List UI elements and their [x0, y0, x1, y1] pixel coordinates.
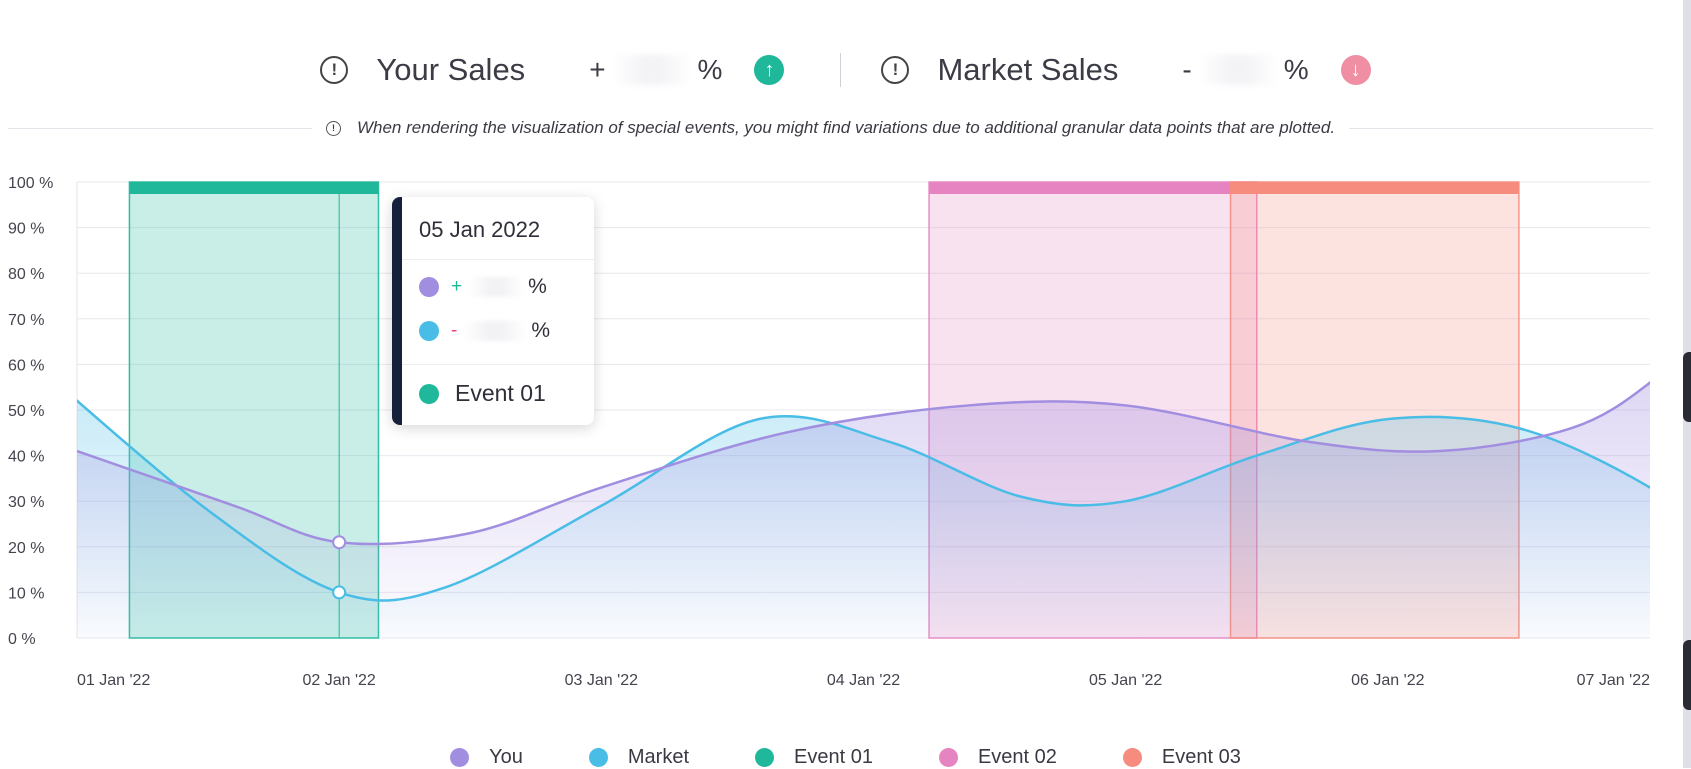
- your-sales-unit: %: [697, 54, 723, 85]
- divider: [1349, 127, 1654, 129]
- tooltip-date: 05 Jan 2022: [419, 217, 541, 242]
- legend-item[interactable]: Market: [588, 745, 689, 769]
- market-sales-metric: ! Market Sales - % ↓: [881, 52, 1371, 88]
- y-tick-label: 20 %: [8, 540, 44, 557]
- event-band-top-bar: [129, 182, 379, 194]
- tooltip-market-sign: -: [451, 320, 458, 341]
- tooltip-you-value-redacted: [468, 277, 525, 297]
- market-sales-value-redacted: [1197, 55, 1278, 85]
- event-band-top-bar: [929, 182, 1257, 194]
- legend-dot-icon: [450, 747, 470, 767]
- y-tick-label: 10 %: [8, 585, 44, 602]
- market-sales-unit: %: [1283, 54, 1309, 85]
- divider: [402, 364, 594, 365]
- sales-chart[interactable]: 0 % 10 % 20 % 30 % 40 % 50 % 60 % 70 % 80 % 90 % 1…: [0, 150, 1691, 710]
- tooltip-event-label: Event 01: [455, 380, 546, 406]
- legend-item[interactable]: Event 02: [938, 745, 1057, 769]
- tooltip-market-unit: %: [531, 319, 551, 342]
- legend-item[interactable]: Event 01: [755, 746, 873, 769]
- your-sales-value-redacted: [611, 55, 692, 85]
- your-sales-label: Your Sales: [376, 52, 526, 87]
- x-tick-label: 01 Jan '22: [77, 672, 150, 689]
- tooltip-accent-bar: [392, 197, 402, 425]
- you-dot-icon: [419, 277, 439, 297]
- y-tick-label: 60 %: [8, 357, 44, 374]
- legend-label: Event 01: [794, 745, 873, 768]
- event-dot-icon: [419, 383, 439, 404]
- x-tick-label: 07 Jan '22: [1577, 672, 1650, 689]
- hover-point-market: [332, 585, 347, 600]
- y-tick-label: 30 %: [8, 494, 44, 511]
- market-dot-icon: [419, 321, 439, 341]
- hover-point-you: [332, 535, 347, 550]
- legend-dot-icon: [938, 747, 958, 767]
- divider: [402, 259, 594, 260]
- legend-dot-icon: [755, 747, 774, 767]
- arrow-up-icon: ↑: [754, 55, 785, 85]
- legend-item[interactable]: You: [450, 746, 523, 769]
- info-icon[interactable]: !: [881, 56, 910, 84]
- y-tick-label: 50 %: [8, 403, 44, 420]
- note-text: ! When rendering the visualization of sp…: [312, 118, 1349, 138]
- note-message: When rendering the visualization of spec…: [356, 118, 1336, 137]
- market-sales-sign: -: [1182, 54, 1192, 85]
- legend-label: Event 03: [1161, 745, 1241, 768]
- event-band-top-bar: [1230, 182, 1519, 194]
- window-edge-handle: [1683, 352, 1691, 422]
- tooltip-row-market: - %: [419, 319, 550, 343]
- market-sales-label: Market Sales: [937, 52, 1119, 87]
- x-tick-label: 05 Jan '22: [1089, 672, 1162, 689]
- x-tick-label: 04 Jan '22: [827, 672, 900, 689]
- legend-label: You: [489, 745, 523, 768]
- tooltip-row-event: Event 01: [419, 380, 546, 407]
- y-tick-label: 80 %: [8, 266, 44, 283]
- y-tick-label: 40 %: [8, 449, 44, 466]
- legend-dot-icon: [588, 747, 608, 767]
- legend-label: Event 02: [977, 745, 1057, 768]
- tooltip-row-you: + %: [419, 275, 547, 299]
- x-tick-label: 02 Jan '22: [302, 672, 375, 689]
- x-tick-label: 06 Jan '22: [1351, 672, 1424, 689]
- window-edge-handle: [1683, 640, 1691, 710]
- tooltip-you-sign: +: [451, 276, 463, 297]
- summary-divider: [840, 53, 842, 87]
- divider: [8, 127, 312, 129]
- tooltip-market-value-redacted: [463, 321, 528, 341]
- tooltip-you-unit: %: [528, 275, 547, 298]
- y-tick-label: 100 %: [8, 175, 53, 192]
- your-sales-sign: +: [589, 54, 606, 85]
- info-icon[interactable]: !: [320, 56, 349, 84]
- y-tick-label: 90 %: [8, 221, 44, 238]
- render-note: ! When rendering the visualization of sp…: [8, 116, 1654, 140]
- x-tick-label: 03 Jan '22: [565, 672, 638, 689]
- chart-tooltip: 05 Jan 2022 + % - % Event 01: [392, 197, 594, 425]
- your-sales-metric: ! Your Sales + % ↑: [320, 52, 785, 88]
- arrow-down-icon: ↓: [1340, 55, 1371, 85]
- info-icon: !: [325, 120, 341, 136]
- legend-label: Market: [627, 745, 689, 768]
- legend-item[interactable]: Event 03: [1122, 745, 1241, 769]
- y-tick-label: 70 %: [8, 312, 44, 329]
- chart-legend: You Market Event 01 Event 02 Event 03: [0, 746, 1691, 768]
- sales-summary: ! Your Sales + % ↑ ! Market Sales - % ↓: [0, 42, 1691, 98]
- legend-dot-icon: [1122, 747, 1142, 767]
- y-tick-label: 0 %: [8, 631, 36, 648]
